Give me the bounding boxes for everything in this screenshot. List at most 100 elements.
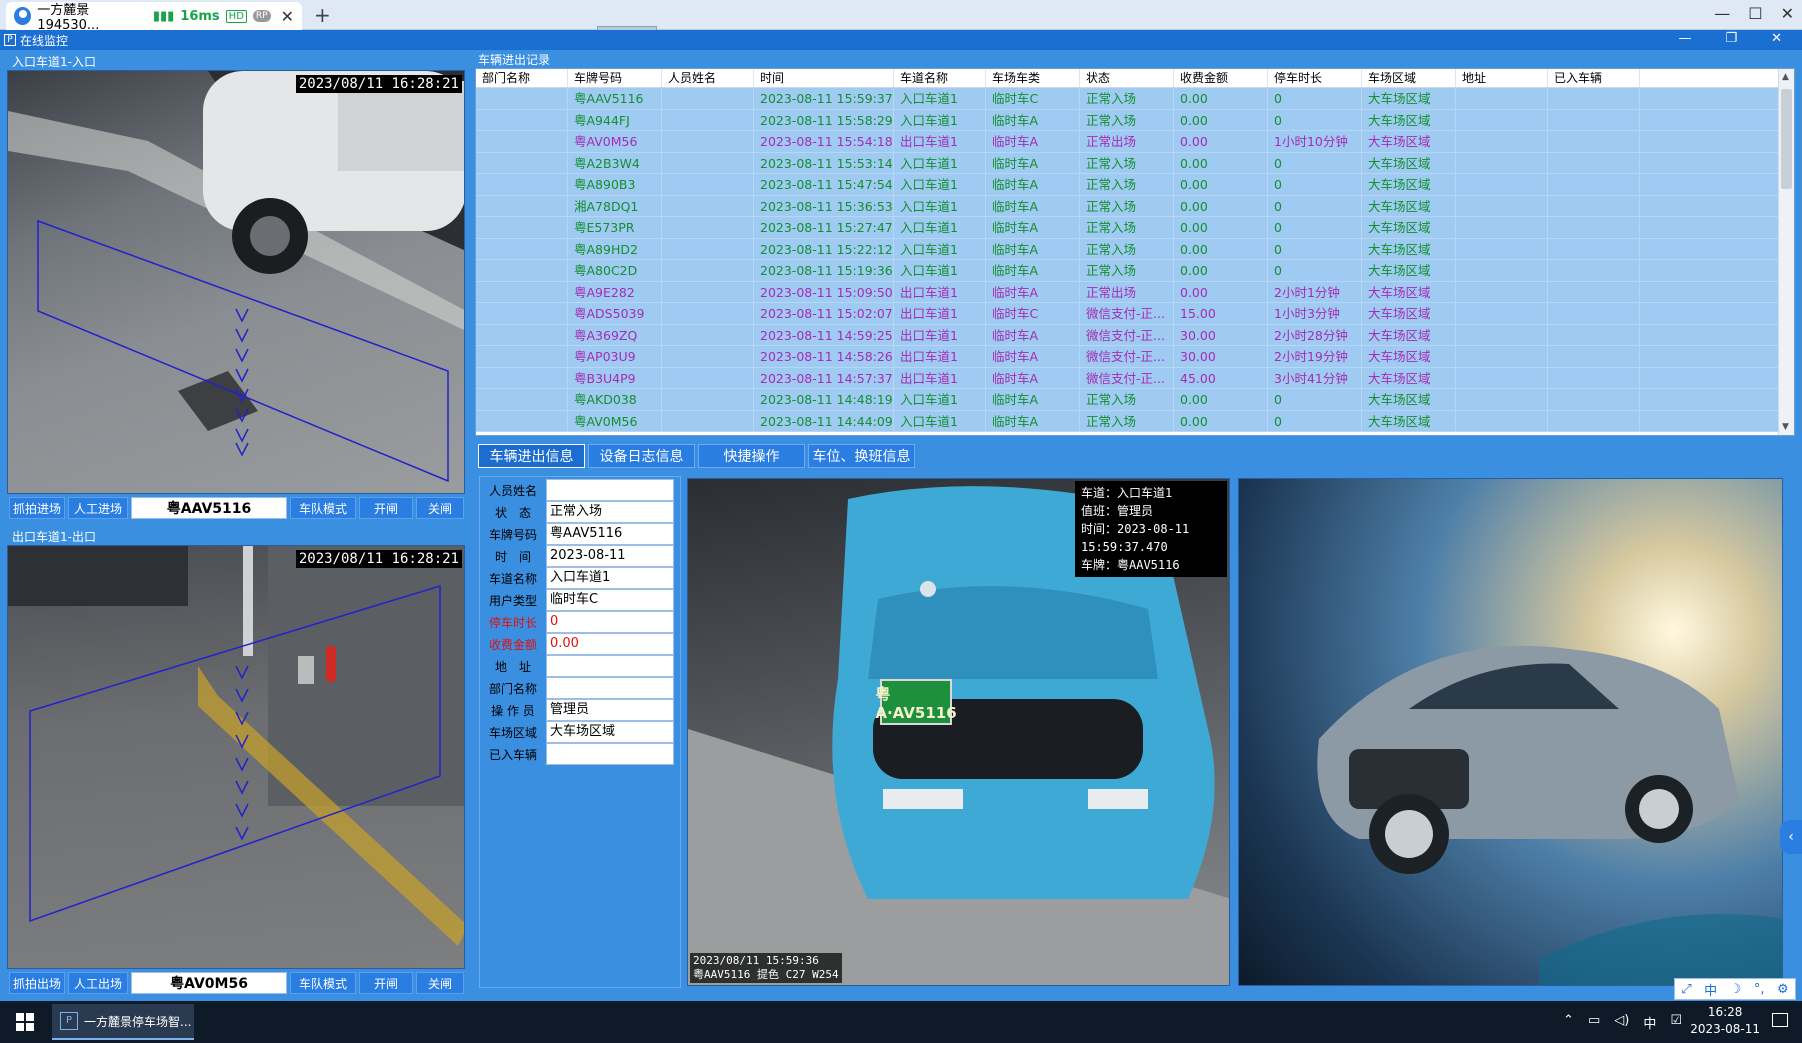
table-row[interactable]: 粤E573PR 2023-08-11 15:27:47 入口车道1 临时车A 正常入场 0… bbox=[476, 217, 1794, 239]
security-icon[interactable]: ☑ bbox=[1670, 1013, 1682, 1032]
capture-entry-button[interactable]: 抓拍进场 bbox=[9, 497, 65, 519]
app-minimize-icon[interactable]: — bbox=[1678, 31, 1691, 46]
table-cell: 0.00 bbox=[1174, 238, 1268, 259]
info-field-value[interactable]: 正常入场 bbox=[546, 501, 674, 523]
table-cell: 0.00 bbox=[1174, 174, 1268, 195]
column-header[interactable]: 收费金额 bbox=[1174, 69, 1268, 87]
table-row[interactable]: 粤AV0M56 2023-08-11 14:44:09 入口车道1 临时车A 正常入场 0… bbox=[476, 410, 1794, 432]
scroll-thumb[interactable] bbox=[1781, 89, 1792, 189]
table-row[interactable]: 粤A890B3 2023-08-11 15:47:54 入口车道1 临时车A 正常入场 0… bbox=[476, 174, 1794, 196]
column-header[interactable]: 车牌号码 bbox=[568, 69, 662, 87]
column-header[interactable]: 时间 bbox=[754, 69, 894, 87]
ime-moon-icon[interactable]: ☽ bbox=[1730, 982, 1742, 997]
volume-icon[interactable]: ◁) bbox=[1614, 1013, 1629, 1032]
entry-queue-mode-button[interactable]: 车队模式 bbox=[290, 497, 356, 519]
info-field-value[interactable]: 2023-08-11 15:59:37 bbox=[546, 545, 674, 583]
entry-close-gate-button[interactable]: 关闸 bbox=[416, 497, 464, 519]
ime-settings-icon[interactable]: ⚙ bbox=[1777, 982, 1789, 997]
table-row[interactable]: 粤A2B3W4 2023-08-11 15:53:14 入口车道1 临时车A 正常入场 0… bbox=[476, 152, 1794, 174]
table-cell: 大车场区域 bbox=[1362, 131, 1456, 152]
table-row[interactable]: 湘A78DQ1 2023-08-11 15:36:53 入口车道1 临时车A 正常入场 0… bbox=[476, 195, 1794, 217]
column-header[interactable]: 状态 bbox=[1080, 69, 1174, 87]
taskbar-clock[interactable]: 16:28 2023-08-11 bbox=[1690, 1004, 1760, 1038]
tab-device-log[interactable]: 设备日志信息 bbox=[588, 444, 695, 468]
network-icon[interactable]: ▭ bbox=[1588, 1013, 1600, 1032]
tab-parking-shift[interactable]: 车位、换班信息 bbox=[808, 444, 915, 468]
exit-open-gate-button[interactable]: 开闸 bbox=[359, 972, 413, 994]
tab-quick-actions[interactable]: 快捷操作 bbox=[698, 444, 805, 468]
info-field-value[interactable]: 管理员 bbox=[546, 699, 674, 721]
info-field-value[interactable]: 0 bbox=[546, 611, 674, 633]
tray-overflow-icon[interactable]: ⌃ bbox=[1563, 1013, 1574, 1032]
column-header[interactable]: 人员姓名 bbox=[662, 69, 754, 87]
table-row[interactable]: 粤AV0M56 2023-08-11 15:54:18 出口车道1 临时车A 正常出场 0… bbox=[476, 131, 1794, 153]
remote-session-tab[interactable]: 一方麓景194530... ▮▮▮ 16ms HD RP ✕ bbox=[6, 2, 302, 33]
tray-ime-icon[interactable]: 中 bbox=[1643, 1013, 1656, 1032]
table-cell: 大车场区域 bbox=[1362, 238, 1456, 259]
app-restore-icon[interactable]: ❐ bbox=[1725, 31, 1737, 46]
taskbar-parking-app[interactable]: P 一方麓景停车场智... bbox=[52, 1004, 194, 1040]
info-field-value[interactable]: 入口车道1 bbox=[546, 567, 674, 589]
table-cell bbox=[662, 303, 754, 324]
close-tab-icon[interactable]: ✕ bbox=[281, 7, 294, 26]
column-header[interactable]: 部门名称 bbox=[476, 69, 568, 87]
records-scrollbar[interactable]: ▲ ▼ bbox=[1778, 69, 1794, 435]
table-cell: 入口车道1 bbox=[894, 238, 986, 259]
column-header[interactable]: 已入车辆 bbox=[1548, 69, 1640, 87]
exit-camera-feed[interactable]: 2023/08/11 16:28:21 bbox=[7, 545, 465, 969]
scroll-down-icon[interactable]: ▼ bbox=[1782, 422, 1789, 432]
entry-camera-feed[interactable]: 2023/08/11 16:28:21 bbox=[7, 70, 465, 494]
exit-close-gate-button[interactable]: 关闸 bbox=[416, 972, 464, 994]
info-field-value[interactable]: 大车场区域 bbox=[546, 721, 674, 743]
table-cell: 粤B3U4P9 bbox=[568, 367, 662, 388]
table-row[interactable]: 粤B3U4P9 2023-08-11 14:57:37 出口车道1 临时车A 微信支付-… bbox=[476, 367, 1794, 389]
app-close-icon[interactable]: ✕ bbox=[1771, 31, 1782, 46]
info-field-value[interactable] bbox=[546, 655, 674, 677]
info-field-value[interactable]: 0.00 bbox=[546, 633, 674, 655]
table-row[interactable]: 粤AAV5116 2023-08-11 15:59:37 入口车道1 临时车C 正常入场… bbox=[476, 88, 1794, 110]
info-field-value[interactable]: 粤AAV5116 bbox=[546, 523, 674, 545]
manual-entry-button[interactable]: 人工进场 bbox=[68, 497, 128, 519]
table-row[interactable]: 粤A80C2D 2023-08-11 15:19:36 入口车道1 临时车A 正常入场 0… bbox=[476, 260, 1794, 282]
maximize-icon[interactable]: ☐ bbox=[1748, 4, 1762, 23]
scroll-up-icon[interactable]: ▲ bbox=[1782, 72, 1789, 82]
column-header[interactable]: 车道名称 bbox=[894, 69, 986, 87]
exit-queue-mode-button[interactable]: 车队模式 bbox=[290, 972, 356, 994]
column-header[interactable]: 车场区域 bbox=[1362, 69, 1456, 87]
column-header[interactable]: 车场车类 bbox=[986, 69, 1080, 87]
minimize-icon[interactable]: — bbox=[1714, 4, 1730, 23]
column-header[interactable]: 地址 bbox=[1456, 69, 1548, 87]
ime-lang-icon[interactable]: 中 bbox=[1704, 980, 1717, 999]
table-row[interactable]: 粤A89HD2 2023-08-11 15:22:12 入口车道1 临时车A 正常入场 0… bbox=[476, 238, 1794, 260]
table-row[interactable]: 粤AP03U9 2023-08-11 14:58:26 出口车道1 临时车A 微信支付-… bbox=[476, 346, 1794, 368]
capture-exit-button[interactable]: 抓拍出场 bbox=[9, 972, 65, 994]
table-row[interactable]: 粤A369ZQ 2023-08-11 14:59:25 出口车道1 临时车A 微信支付-… bbox=[476, 324, 1794, 346]
close-window-icon[interactable]: ✕ bbox=[1781, 4, 1794, 23]
table-row[interactable]: 粤AKD038 2023-08-11 14:48:19 入口车道1 临时车A 正常入场 0… bbox=[476, 389, 1794, 411]
info-field-value[interactable]: 临时车C bbox=[546, 589, 674, 611]
table-row[interactable]: 粤ADS5039 2023-08-11 15:02:07 出口车道1 临时车C 微信支付… bbox=[476, 303, 1794, 325]
tab-vehicle-info[interactable]: 车辆进出信息 bbox=[478, 444, 585, 468]
table-row[interactable]: 粤A9E282 2023-08-11 15:09:50 出口车道1 临时车A 正常出场 0… bbox=[476, 281, 1794, 303]
column-header[interactable]: 停车时长 bbox=[1268, 69, 1362, 87]
table-cell: 临时车A bbox=[986, 174, 1080, 195]
table-cell: 微信支付-正... bbox=[1080, 367, 1174, 388]
start-menu-icon[interactable] bbox=[16, 1013, 34, 1031]
info-field-value[interactable] bbox=[546, 677, 674, 699]
info-field-value[interactable] bbox=[546, 479, 674, 501]
notification-center-icon[interactable] bbox=[1772, 1013, 1788, 1027]
table-cell bbox=[662, 238, 754, 259]
ime-expand-icon[interactable]: ⤢ bbox=[1681, 982, 1691, 997]
table-cell: 0 bbox=[1268, 260, 1362, 281]
entry-snapshot-image[interactable]: 粤A·AV5116 车道：入口车道1 值班：管理员 时间：2023-08-11 … bbox=[687, 478, 1230, 986]
manual-exit-button[interactable]: 人工出场 bbox=[68, 972, 128, 994]
info-field-value[interactable] bbox=[546, 743, 674, 765]
table-row[interactable]: 粤A944FJ 2023-08-11 15:58:29 入口车道1 临时车A 正常入场 0… bbox=[476, 109, 1794, 131]
table-cell: 1小时10分钟 bbox=[1268, 131, 1362, 152]
entry-open-gate-button[interactable]: 开闸 bbox=[359, 497, 413, 519]
app-window-controls: — ❐ ✕ bbox=[1678, 31, 1782, 46]
new-tab-icon[interactable]: + bbox=[314, 3, 331, 27]
side-collapse-icon[interactable]: ‹ bbox=[1780, 820, 1802, 854]
vehicle-info-form: 人员姓名状 态正常入场车牌号码粤AAV5116 时 间 2023-08-11 15:… bbox=[479, 476, 681, 988]
ime-punct-icon[interactable]: °, bbox=[1754, 982, 1765, 997]
